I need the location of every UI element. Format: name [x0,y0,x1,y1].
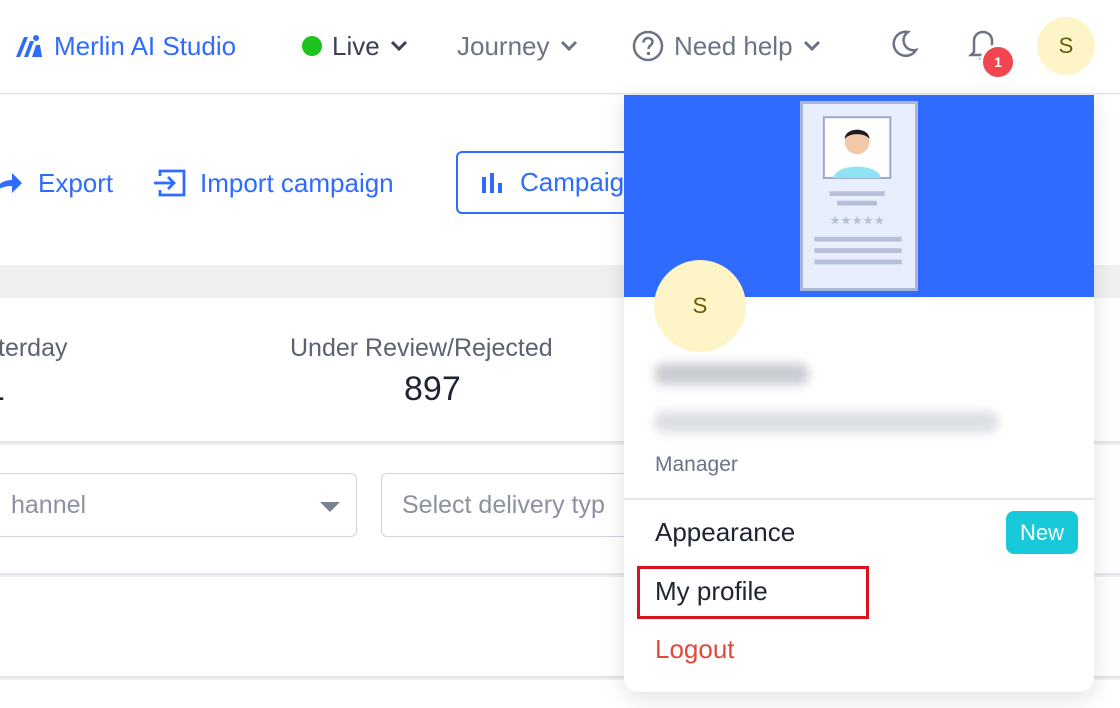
under-review-stat-label: Under Review/Rejected [290,334,553,362]
import-campaign-label: Import campaign [200,167,394,198]
journey-menu[interactable]: Journey [457,26,578,66]
share-arrow-icon [0,173,22,193]
redacted-username [654,363,809,385]
delivery-type-placeholder: Select delivery typ [402,490,605,519]
live-label: Live [332,30,380,61]
chevron-down-icon [560,40,577,52]
chevron-down-icon [390,40,407,52]
campaign-label: Campaig [520,167,625,197]
notification-count-badge: 1 [980,44,1016,80]
live-selector[interactable]: Live [302,26,408,66]
live-status-dot [302,36,322,56]
bar-chart-icon [482,172,502,193]
brand-name: Merlin AI Studio [54,30,237,61]
profile-avatar: S [654,260,746,352]
top-navbar: Merlin AI Studio Live Journey Need help … [0,0,1120,94]
export-label: Export [38,167,114,198]
need-help-menu[interactable]: Need help [632,26,821,66]
journey-label: Journey [457,30,550,61]
profile-dropdown: ★★★★★ S Manager Appearance New My profil… [624,95,1094,692]
merlin-logo-icon [16,35,42,57]
question-circle-icon [632,30,664,62]
dark-mode-moon-icon[interactable] [888,28,920,60]
brand[interactable]: Merlin AI Studio [14,26,236,66]
svg-text:★★★★★: ★★★★★ [829,213,884,227]
id-card-illustration-icon: ★★★★★ [800,101,918,291]
logout-menu-item[interactable]: Logout [655,634,735,665]
channel-select-placeholder: hannel [11,490,87,519]
import-icon [154,169,186,197]
menu-divider [624,498,1094,500]
channel-select[interactable]: hannel [0,473,357,537]
yesterday-stat-value: 1 [0,370,5,409]
user-role: Manager [655,453,738,476]
my-profile-highlight-box [637,566,869,619]
appearance-menu-item[interactable]: Appearance [655,517,795,548]
chevron-down-icon [803,40,820,52]
import-campaign-button[interactable]: Import campaign [152,152,394,214]
caret-down-icon [320,502,340,512]
need-help-label: Need help [674,30,793,61]
redacted-email [654,411,999,433]
new-badge: New [1006,511,1078,554]
under-review-stat-value: 897 [404,370,461,408]
user-avatar[interactable]: S [1037,17,1095,75]
yesterday-stat-label: terday [0,334,68,362]
delivery-type-select[interactable]: Select delivery typ [381,473,641,537]
export-button[interactable]: Export [0,152,113,214]
